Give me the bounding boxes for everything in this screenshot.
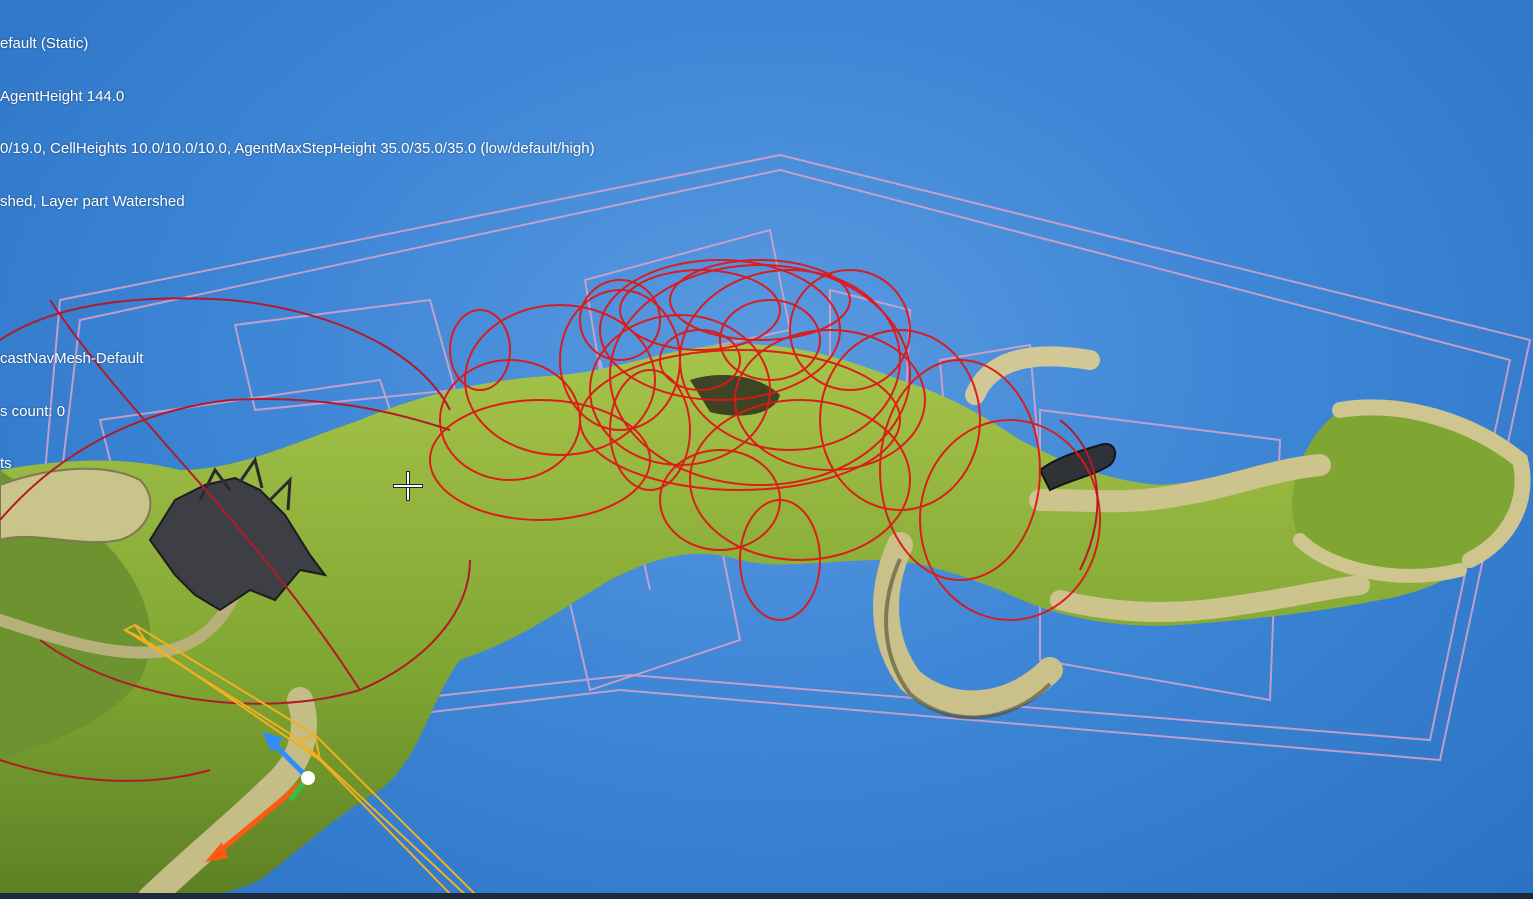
navmesh-debug-text: efault (Static) AgentHeight 144.0 0/19.0… xyxy=(0,0,700,508)
debug-line-7: ts xyxy=(0,455,12,472)
debug-line-6: s count: 0 xyxy=(0,402,66,420)
editor-viewport[interactable]: efault (Static) AgentHeight 144.0 0/19.0… xyxy=(0,0,1533,899)
debug-line-spacer-2 xyxy=(0,298,700,316)
debug-line-4: shed, Layer part Watershed xyxy=(0,192,185,210)
debug-line-2: AgentHeight 144.0 xyxy=(0,87,125,105)
debug-line-spacer xyxy=(0,245,700,263)
debug-line-5: castNavMesh-Default xyxy=(0,350,144,367)
debug-line-3: 0/19.0, CellHeights 10.0/10.0/10.0, Agen… xyxy=(0,140,595,157)
viewport-bottom-edge xyxy=(0,893,1533,899)
debug-line-1: efault (Static) xyxy=(0,35,89,52)
